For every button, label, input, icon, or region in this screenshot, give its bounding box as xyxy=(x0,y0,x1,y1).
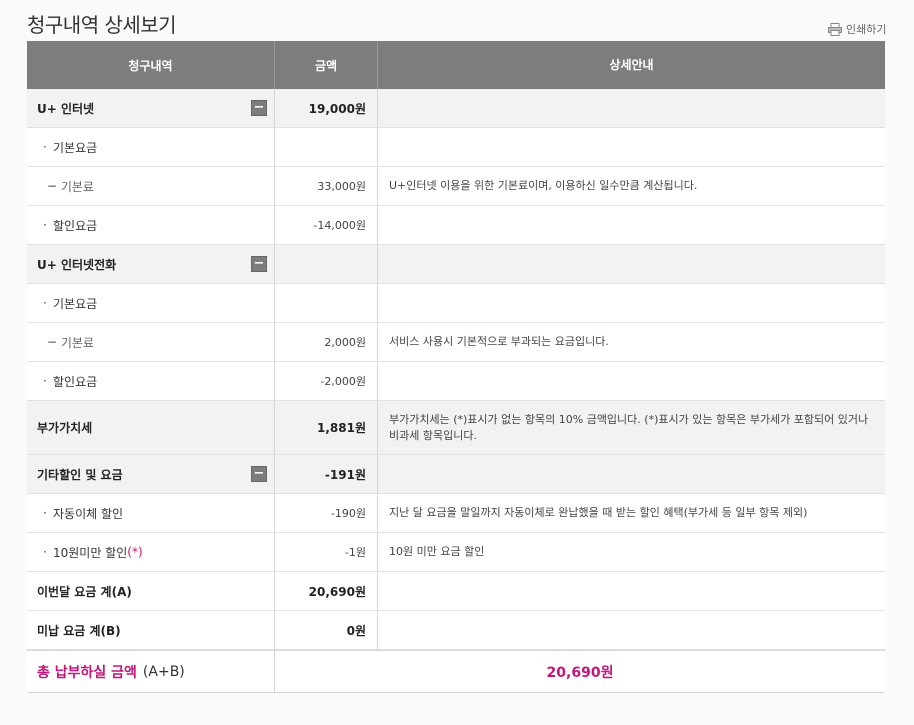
section-internet: U+ 인터넷 − 19,000원 xyxy=(27,89,885,128)
row-label: 기본료 xyxy=(60,179,94,194)
section-label: 기타할인 및 요금 xyxy=(37,467,123,482)
table-row: − 기본료 33,000원 U+인터넷 이용을 위한 기본료이며, 이용하신 일… xyxy=(27,167,885,206)
section-label: U+ 인터넷 xyxy=(37,101,95,116)
row-label: 10원미만 할인 xyxy=(53,545,128,560)
collapse-internet-button[interactable]: − xyxy=(251,100,267,116)
header-detail: 상세안내 xyxy=(609,58,654,72)
section-internet-phone: U+ 인터넷전화 − xyxy=(27,245,885,284)
table-row: · 할인요금 -2,000원 xyxy=(27,362,885,401)
table-row: · 할인요금 -14,000원 xyxy=(27,206,885,245)
row-amount: -190원 xyxy=(275,494,378,532)
section-vat: 부가가치세 1,881원 부가가치세는 (*)표시가 없는 항목의 10% 금액… xyxy=(27,401,885,455)
row-label: 기본요금 xyxy=(53,296,98,311)
grand-total-amount: 20,690원 xyxy=(546,664,614,681)
bullet-icon: · xyxy=(43,506,47,520)
unpaid-total-row: 미납 요금 계(B) 0원 xyxy=(27,611,885,650)
grand-total-row: 총 납부하실 금액 (A+B) 20,690원 xyxy=(27,650,885,693)
dash-icon: − xyxy=(47,335,58,349)
section-amount: 19,000원 xyxy=(275,89,378,127)
table-row: − 기본료 2,000원 서비스 사용시 기본적으로 부과되는 요금입니다. xyxy=(27,323,885,362)
section-label: 부가가치세 xyxy=(37,421,93,435)
row-amount: 2,000원 xyxy=(275,323,378,361)
table-row: · 기본요금 xyxy=(27,284,885,323)
vat-included-mark: (*) xyxy=(127,545,143,559)
table-header: 청구내역 금액 상세안내 xyxy=(27,41,885,89)
bullet-icon: · xyxy=(43,140,47,154)
row-label: 자동이체 할인 xyxy=(53,506,124,521)
row-amount: -1원 xyxy=(275,533,378,571)
row-label: 이번달 요금 계(A) xyxy=(27,572,275,610)
printer-icon xyxy=(828,22,842,36)
grand-total-suffix: (A+B) xyxy=(142,663,185,680)
bullet-icon: · xyxy=(43,545,47,559)
row-amount: 20,690원 xyxy=(275,572,378,610)
row-detail: 서비스 사용시 기본적으로 부과되는 요금입니다. xyxy=(389,335,609,348)
row-amount: 0원 xyxy=(275,611,378,649)
dash-icon: − xyxy=(47,179,58,193)
section-amount: -191원 xyxy=(275,455,378,493)
row-detail: 10원 미만 요금 할인 xyxy=(389,545,485,558)
page-title: 청구내역 상세보기 xyxy=(27,13,177,37)
collapse-etc-button[interactable]: − xyxy=(251,466,267,482)
row-amount: -2,000원 xyxy=(275,362,378,400)
print-button[interactable]: 인쇄하기 xyxy=(828,21,886,37)
row-label: 미납 요금 계(B) xyxy=(27,611,275,649)
bullet-icon: · xyxy=(43,374,47,388)
row-label: 기본요금 xyxy=(53,140,98,155)
grand-total-label: 총 납부하실 금액 xyxy=(37,664,137,681)
row-detail: 부가가치세는 (*)표시가 없는 항목의 10% 금액입니다. (*)표시가 있… xyxy=(389,412,869,442)
section-label: U+ 인터넷전화 xyxy=(37,257,117,272)
collapse-phone-button[interactable]: − xyxy=(251,256,267,272)
section-amount: 1,881원 xyxy=(275,401,378,454)
section-etc: 기타할인 및 요금 − -191원 xyxy=(27,455,885,494)
row-amount: 33,000원 xyxy=(275,167,378,205)
row-label: 할인요금 xyxy=(53,374,98,389)
bill-detail-table: 청구내역 금액 상세안내 U+ 인터넷 − 19,000원 · 기본요금 − 기본… xyxy=(27,41,885,693)
month-total-row: 이번달 요금 계(A) 20,690원 xyxy=(27,572,885,611)
row-label: 기본료 xyxy=(60,335,94,350)
row-amount: -14,000원 xyxy=(275,206,378,244)
header-amount: 금액 xyxy=(275,41,378,89)
row-label: 할인요금 xyxy=(53,218,98,233)
row-detail: U+인터넷 이용을 위한 기본료이며, 이용하신 일수만큼 계산됩니다. xyxy=(389,179,698,192)
table-row: · 자동이체 할인 -190원 지난 달 요금을 말일까지 자동이체로 완납했을 … xyxy=(27,494,885,533)
table-row: · 10원미만 할인 (*) -1원 10원 미만 요금 할인 xyxy=(27,533,885,572)
bullet-icon: · xyxy=(43,218,47,232)
bullet-icon: · xyxy=(43,296,47,310)
table-row: · 기본요금 xyxy=(27,128,885,167)
header-item: 청구내역 xyxy=(27,41,275,89)
row-detail: 지난 달 요금을 말일까지 자동이체로 완납했을 때 받는 할인 혜택(부가세 … xyxy=(389,506,808,519)
print-label: 인쇄하기 xyxy=(846,23,887,36)
